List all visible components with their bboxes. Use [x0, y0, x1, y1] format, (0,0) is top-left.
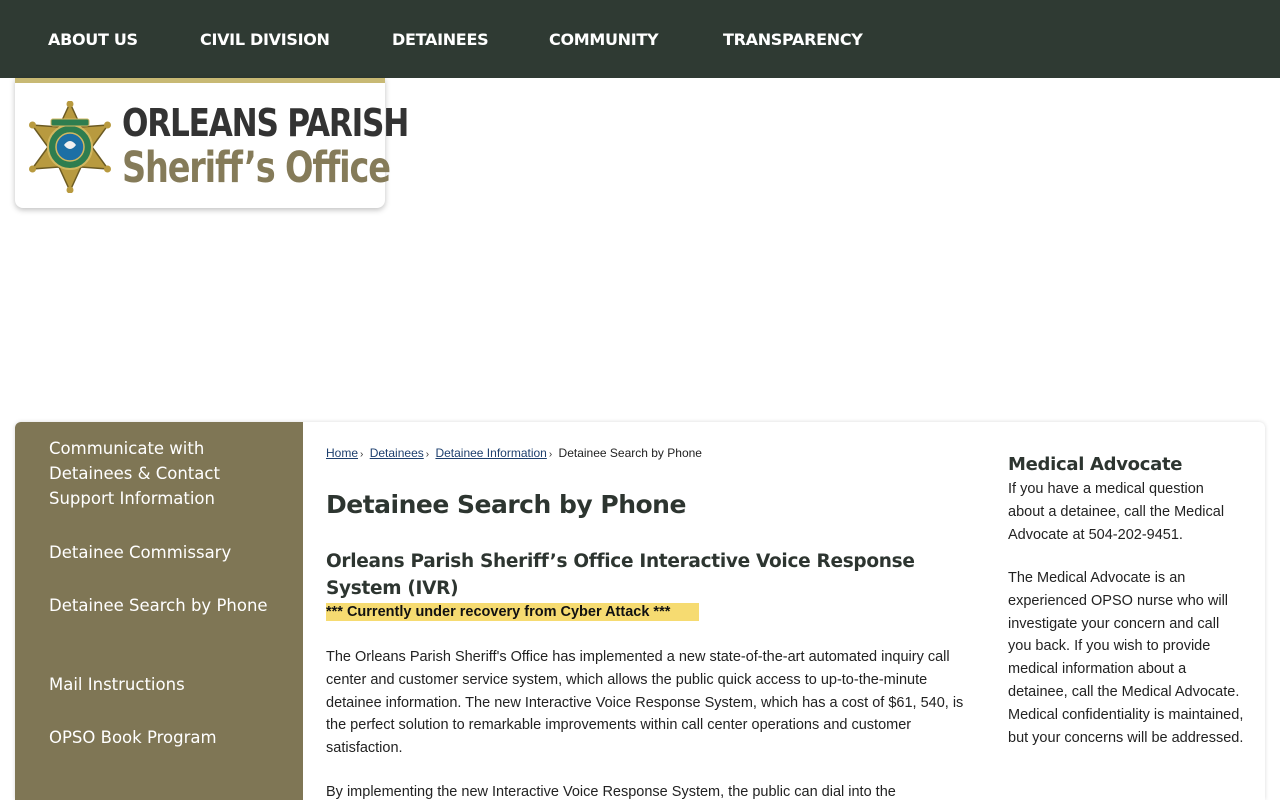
medical-advocate-heading: Medical Advocate: [1008, 454, 1183, 475]
sheriff-star-badge-icon: [29, 101, 111, 193]
medical-advocate-description: The Medical Advocate is an experienced O…: [1008, 570, 1244, 746]
breadcrumb-home-link[interactable]: Home: [326, 446, 358, 460]
nav-item-about-us[interactable]: ABOUT US: [48, 30, 138, 49]
top-navigation: ABOUT US CIVIL DIVISION DETAINEES COMMUN…: [0, 0, 1280, 78]
nav-item-detainees[interactable]: DETAINEES: [392, 30, 489, 49]
sidebar-item-commissary[interactable]: Detainee Commissary: [49, 540, 279, 565]
breadcrumb-separator: ›: [425, 449, 430, 460]
sidebar-item-search-by-phone[interactable]: Detainee Search by Phone: [49, 593, 279, 618]
breadcrumb-current: Detainee Search by Phone: [558, 446, 702, 460]
sidebar-item-communicate[interactable]: Communicate with Detainees & Contact Sup…: [49, 436, 279, 511]
nav-item-civil-division[interactable]: CIVIL DIVISION: [200, 30, 330, 49]
breadcrumb: Home › Detainees › Detainee Information › D…: [326, 446, 702, 460]
logo-line-sheriffs-office: Sheriff’s Office: [122, 143, 391, 193]
sidebar-nav: Communicate with Detainees & Contact Sup…: [15, 422, 303, 800]
sidebar-item-mail-instructions[interactable]: Mail Instructions: [49, 672, 279, 697]
sidebar-item-book-program[interactable]: OPSO Book Program: [49, 725, 279, 750]
section-heading-ivr: Orleans Parish Sheriff’s Office Interact…: [326, 551, 915, 599]
site-logo[interactable]: ORLEANS PARISH Sheriff’s Office: [15, 78, 409, 208]
nav-item-community[interactable]: COMMUNITY: [549, 30, 659, 49]
breadcrumb-separator: ›: [360, 449, 364, 460]
breadcrumb-detainee-information-link[interactable]: Detainee Information: [435, 446, 546, 460]
cyber-attack-alert: *** Currently under recovery from Cyber …: [326, 603, 699, 621]
breadcrumb-detainees-link[interactable]: Detainees: [370, 446, 424, 460]
breadcrumb-separator: ›: [548, 449, 553, 460]
nav-item-transparency[interactable]: TRANSPARENCY: [723, 30, 863, 49]
content-card: Communicate with Detainees & Contact Sup…: [15, 422, 1265, 800]
logo-line-orleans-parish: ORLEANS PARISH: [122, 101, 409, 145]
ivr-implementation-paragraph: By implementing the new Interactive Voic…: [326, 784, 896, 800]
ivr-description-paragraph: The Orleans Parish Sheriff's Office has …: [326, 649, 964, 757]
page-title: Detainee Search by Phone: [326, 490, 686, 519]
medical-advocate-contact-text: If you have a medical question about a d…: [1008, 481, 1225, 543]
